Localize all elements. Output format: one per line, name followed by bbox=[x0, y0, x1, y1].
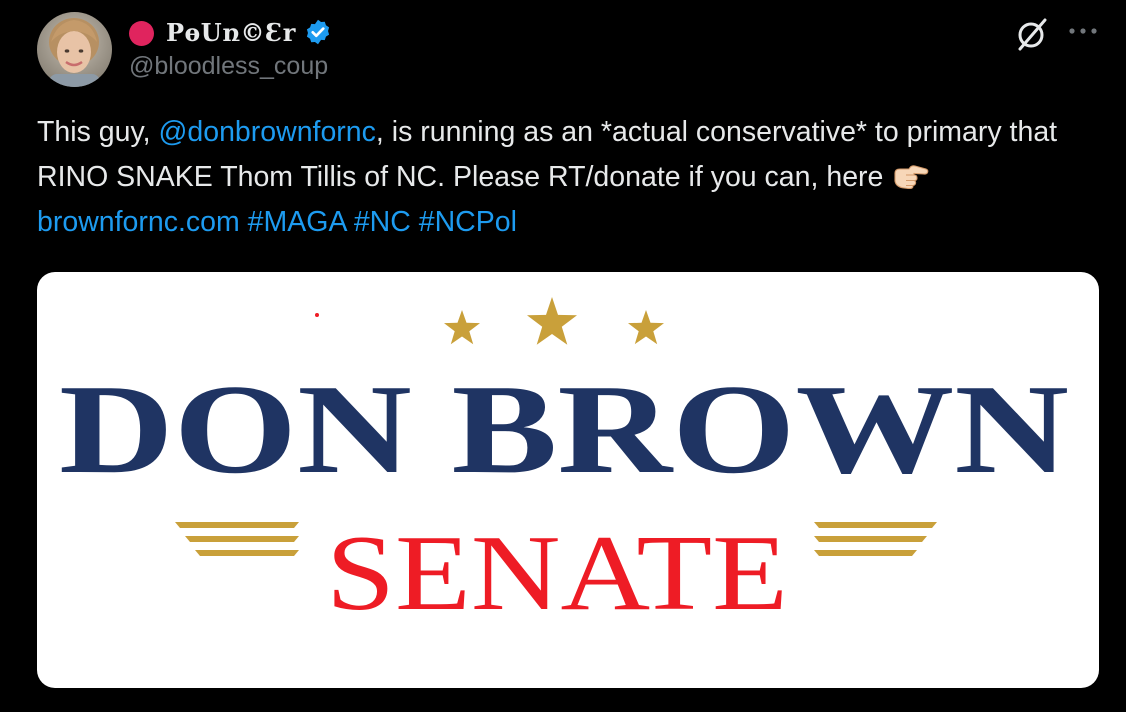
backhand-index-pointing-right-emoji bbox=[893, 158, 929, 190]
author-display-name[interactable]: PѳUռ©Ɛr bbox=[166, 18, 296, 47]
tweet-media-image[interactable]: DON BROWN SENATE bbox=[37, 272, 1099, 688]
tweet[interactable]: PѳUռ©Ɛr @bloodless_coup This guy, @donbr… bbox=[0, 0, 1126, 712]
tweet-text-part: This guy, bbox=[37, 116, 159, 148]
star-icon bbox=[527, 297, 577, 345]
tweet-text: This guy, @donbrownfornc, is running as … bbox=[37, 110, 1112, 245]
hashtag-link[interactable]: #MAGA bbox=[248, 206, 346, 238]
status-indicator bbox=[129, 20, 154, 46]
avatar[interactable] bbox=[37, 12, 112, 87]
verified-badge-icon[interactable] bbox=[304, 18, 332, 46]
star-icon bbox=[444, 310, 480, 345]
hashtag-link[interactable]: #NCPol bbox=[419, 206, 517, 238]
logo-subtitle: SENATE bbox=[326, 514, 788, 633]
author-name-row: PѳUռ©Ɛr bbox=[129, 15, 332, 49]
logo-title: DON BROWN bbox=[59, 358, 1069, 500]
url-link[interactable]: brownfornc.com bbox=[37, 206, 240, 238]
star-icon bbox=[628, 310, 664, 345]
more-horizontal-icon[interactable] bbox=[1064, 14, 1104, 50]
author-handle[interactable]: @bloodless_coup bbox=[129, 52, 328, 81]
mention-link[interactable]: @donbrownfornc bbox=[158, 116, 375, 148]
hashtag-link[interactable]: #NC bbox=[354, 206, 411, 238]
grok-slash-circle-icon[interactable] bbox=[1014, 16, 1050, 52]
